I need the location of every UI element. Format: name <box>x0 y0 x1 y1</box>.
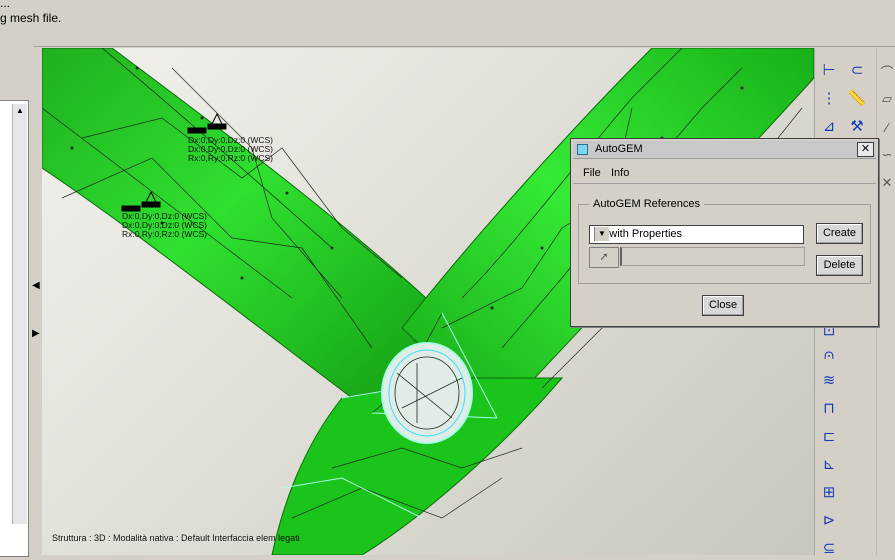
collapse-left-icon[interactable]: ◀ <box>32 280 40 291</box>
spring-icon[interactable]: ≋ <box>817 368 841 392</box>
scroll-up-icon[interactable]: ▲ <box>16 106 24 115</box>
sketch-icon[interactable]: ⌒ <box>879 60 895 82</box>
cursor-arrow-icon: ➚ <box>599 251 609 263</box>
plane-icon[interactable]: ▱ <box>879 88 895 110</box>
coordinate-system-icon[interactable]: ⊿ <box>817 114 841 138</box>
force-icon[interactable]: ⩀ <box>817 342 841 366</box>
mass-icon[interactable]: ⊓ <box>817 396 841 420</box>
dialog-title: AutoGEM <box>595 143 643 155</box>
dialog-title-bar[interactable]: AutoGEM ✕ <box>573 141 876 159</box>
message-area: ... g mesh file. <box>0 0 895 47</box>
menu-info[interactable]: Info <box>611 167 629 179</box>
datum-csys-icon[interactable]: ⋮ <box>817 86 841 110</box>
tree-scrollbar[interactable]: ▲ <box>12 104 27 524</box>
weld-icon[interactable]: ⊆ <box>817 536 841 560</box>
select-arrow-button[interactable]: ➚ <box>589 247 619 268</box>
create-button[interactable]: Create <box>816 223 863 244</box>
status-text: Struttura : 3D : Modalità nativa : Defau… <box>52 533 300 543</box>
cross-icon[interactable]: ✕ <box>879 172 895 194</box>
rigid-link-icon[interactable]: ⊞ <box>817 480 841 504</box>
beam-icon[interactable]: ⊏ <box>817 424 841 448</box>
measure-icon[interactable]: 📏 <box>845 86 869 110</box>
delete-button[interactable]: Delete <box>816 255 863 276</box>
close-button[interactable]: Close <box>702 295 744 316</box>
chevron-down-icon[interactable]: ▼ <box>594 227 609 241</box>
tube-opening <box>381 342 473 444</box>
tube-left <box>42 48 443 414</box>
curve-icon[interactable]: ∽ <box>879 144 895 166</box>
message-line: ... <box>0 0 11 10</box>
expand-right-icon[interactable]: ▶ <box>32 328 40 339</box>
close-icon[interactable]: ✕ <box>857 142 874 157</box>
hammer-icon[interactable]: ⚒ <box>845 114 869 138</box>
constraint-label-2: Dx:0,Dy:0,Dz:0 (WCS) Dx:0,Dy:0,Dz:0 (WCS)… <box>122 211 208 239</box>
reference-collector[interactable] <box>620 247 805 266</box>
line-icon[interactable]: ∕ <box>879 116 895 138</box>
datum-axis-icon[interactable]: ⊂ <box>845 58 869 82</box>
menu-file[interactable]: File <box>583 167 601 179</box>
constraint-label-1: Dx:0,Dy:0,Dz:0 (WCS) Dx:0,Dy:0,Dz:0 (WCS)… <box>188 135 274 163</box>
references-select[interactable]: All with Properties ▼ <box>589 225 804 244</box>
dialog-menubar: File Info <box>573 161 876 184</box>
autogem-dialog: AutoGEM ✕ File Info AutoGEM References A… <box>570 138 879 327</box>
references-group-label: AutoGEM References <box>589 198 704 210</box>
simulation-icon[interactable]: ⊳ <box>817 508 841 532</box>
datum-plane-icon[interactable]: ⊢ <box>817 58 841 82</box>
window-icon <box>577 144 588 155</box>
panel-sash[interactable]: ◀ ▶ <box>32 260 40 350</box>
message-line: g mesh file. <box>0 11 62 25</box>
shell-icon[interactable]: ⊾ <box>817 452 841 476</box>
